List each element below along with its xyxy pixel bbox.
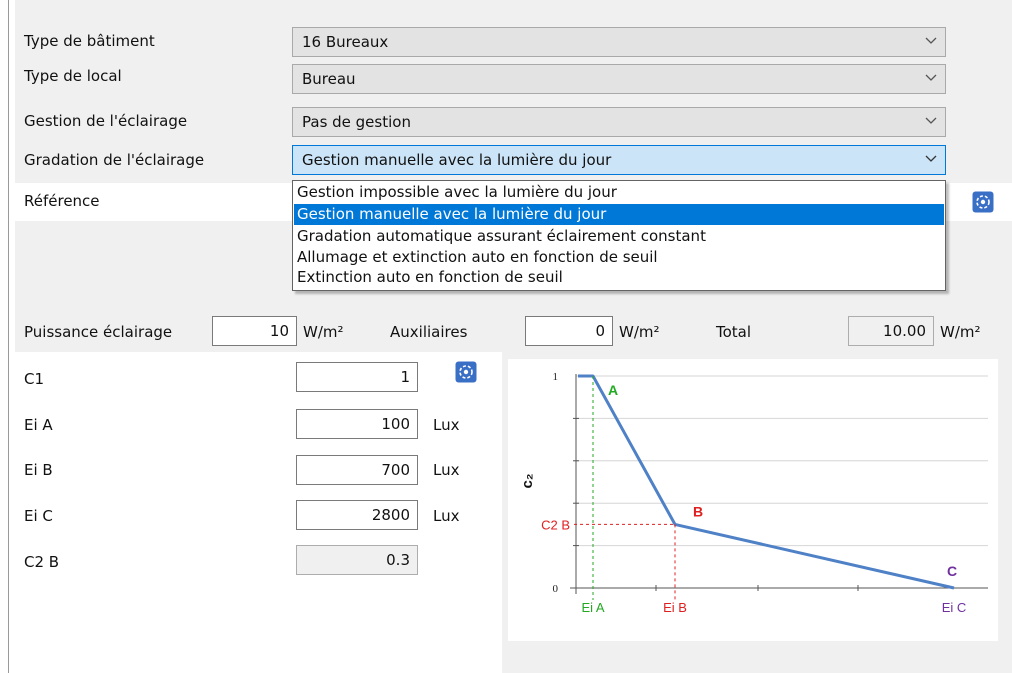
auxiliaries-label: Auxiliaires <box>390 323 468 341</box>
room-type-select[interactable]: Bureau <box>292 64 946 94</box>
y-ref-label: C2 B <box>541 517 570 532</box>
chevron-down-icon <box>925 155 937 162</box>
reference-label: Référence <box>24 192 100 210</box>
building-type-value: 16 Bureaux <box>302 33 389 51</box>
auxiliaries-unit: W/m² <box>619 323 660 341</box>
ei-b-unit: Lux <box>433 461 460 479</box>
total-unit: W/m² <box>940 323 981 341</box>
ei-c-unit: Lux <box>433 507 460 525</box>
c2-chart: A B C 1 0 C2 B c₂ Ei A Ei B Ei C <box>519 371 988 615</box>
chevron-down-icon <box>925 37 937 44</box>
chart-labels: A B C 1 0 C2 B c₂ Ei A Ei B Ei C <box>519 371 966 615</box>
x-tick-label: Ei B <box>663 600 687 615</box>
left-border <box>8 0 9 673</box>
ei-b-input[interactable]: 700 <box>296 455 418 485</box>
total-label: Total <box>716 323 752 341</box>
dropdown-option-selected[interactable]: Gestion manuelle avec la lumière du jour <box>294 204 944 225</box>
ei-c-input[interactable]: 2800 <box>296 500 418 530</box>
point-label-b: B <box>693 503 703 519</box>
building-type-select[interactable]: 16 Bureaux <box>292 27 946 57</box>
chart-marks <box>574 374 955 600</box>
chart-area: A B C 1 0 C2 B c₂ Ei A Ei B Ei C <box>508 359 998 641</box>
chevron-down-icon <box>925 74 937 81</box>
y-axis-label: c₂ <box>519 473 536 488</box>
dropdown-option[interactable]: Gradation automatique assurant éclaireme… <box>294 226 944 247</box>
ei-a-unit: Lux <box>433 416 460 434</box>
field-label-lighting-management: Gestion de l'éclairage <box>24 112 188 130</box>
dropdown-option[interactable]: Extinction auto en fonction de seuil <box>294 267 944 288</box>
parameters-pane <box>15 352 502 673</box>
c2-series-line <box>578 374 955 590</box>
grid-lines <box>576 375 988 547</box>
c1-input[interactable]: 1 <box>296 362 418 392</box>
x-tick-label: Ei A <box>581 600 604 615</box>
lighting-management-select[interactable]: Pas de gestion <box>292 107 946 137</box>
point-label-c: C <box>947 563 957 579</box>
lighting-power-label: Puissance éclairage <box>24 323 173 341</box>
dimming-dropdown-list[interactable]: Gestion impossible avec la lumière du jo… <box>292 180 946 291</box>
field-label-room-type: Type de local <box>24 67 122 85</box>
param-label-ei-c: Ei C <box>24 507 53 525</box>
lighting-power-input[interactable]: 10 <box>212 316 297 346</box>
param-label-c2-b: C2 B <box>24 553 60 571</box>
refresh-icon[interactable] <box>455 361 477 383</box>
lighting-management-value: Pas de gestion <box>302 113 411 131</box>
lighting-dimming-select[interactable]: Gestion manuelle avec la lumière du jour <box>292 145 946 175</box>
param-label-c1: C1 <box>24 370 45 388</box>
x-tick-label: Ei C <box>942 600 967 615</box>
auxiliaries-input[interactable]: 0 <box>525 316 613 346</box>
field-label-building-type: Type de bâtiment <box>24 32 155 50</box>
dropdown-option[interactable]: Gestion impossible avec la lumière du jo… <box>294 182 944 203</box>
y-tick-label: 1 <box>553 371 559 383</box>
refresh-icon[interactable] <box>972 191 994 213</box>
dropdown-option[interactable]: Allumage et extinction auto en fonction … <box>294 247 944 268</box>
axes <box>570 374 988 594</box>
c2-b-readonly-field: 0.3 <box>296 545 418 575</box>
lighting-power-unit: W/m² <box>303 323 344 341</box>
lighting-dimming-value: Gestion manuelle avec la lumière du jour <box>302 151 612 169</box>
param-label-ei-b: Ei B <box>24 461 53 479</box>
chevron-down-icon <box>925 117 937 124</box>
ei-a-input[interactable]: 100 <box>296 409 418 439</box>
field-label-lighting-dimming: Gradation de l'éclairage <box>24 151 205 169</box>
y-tick-label: 0 <box>553 583 559 595</box>
point-label-a: A <box>608 382 618 398</box>
param-label-ei-a: Ei A <box>24 416 53 434</box>
total-readonly-field: 10.00 <box>848 316 934 346</box>
room-type-value: Bureau <box>302 70 356 88</box>
